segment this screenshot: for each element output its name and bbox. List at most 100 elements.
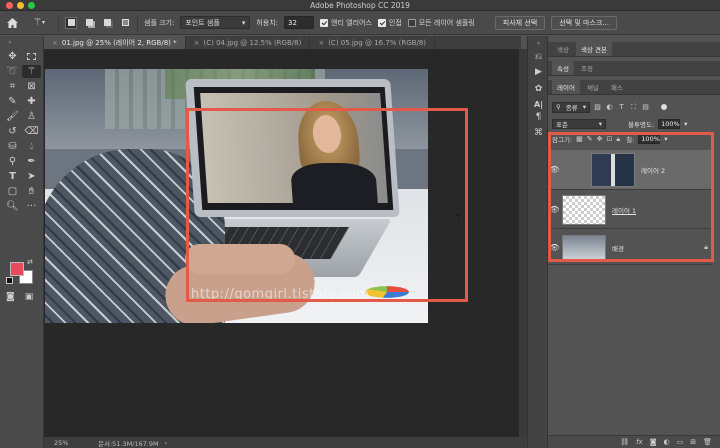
filter-type-icon[interactable]: T	[617, 103, 626, 112]
screen-mode-icon[interactable]: ▣	[25, 292, 34, 302]
tab-color[interactable]: 색상	[552, 42, 574, 56]
close-tab-icon[interactable]: ×	[318, 39, 324, 47]
clone-stamp-tool[interactable]: ♙	[22, 110, 41, 123]
tab-04-jpg[interactable]: × (C) 04.jpg @ 12.5% (RGB/8)	[186, 36, 311, 49]
layer-style-icon[interactable]: fx	[636, 438, 643, 446]
subtract-selection-button[interactable]	[101, 17, 113, 29]
path-selection-tool[interactable]: ➤	[22, 170, 41, 183]
rectangle-tool[interactable]: ▢	[3, 185, 22, 198]
blend-mode-select[interactable]: 표준 ▾	[552, 119, 606, 129]
lasso-icon: ➰	[6, 65, 19, 77]
vertical-scrollbar[interactable]	[519, 49, 527, 437]
new-layer-icon[interactable]: ⊞	[690, 438, 696, 446]
eraser-tool[interactable]: ⌫	[22, 125, 41, 138]
tool-preset-picker[interactable]: ⚚ ▾	[26, 15, 52, 31]
history-brush-tool[interactable]: ↺	[3, 125, 22, 138]
filter-adjustment-icon[interactable]: ◐	[605, 103, 614, 112]
filter-smart-object-icon[interactable]: ▤	[641, 103, 650, 112]
blur-tool[interactable]: 💧︎	[22, 140, 41, 153]
intersect-selection-button[interactable]	[119, 17, 131, 29]
magic-wand-tool[interactable]: ⚚	[22, 65, 41, 78]
antialias-label: 앤티 앨리어스	[331, 18, 372, 27]
character-icon[interactable]: A|	[528, 91, 549, 109]
contiguous-checkbox[interactable]: 인접	[377, 18, 402, 28]
layer-filter-value: 종류	[565, 104, 578, 112]
paragraph-icon[interactable]: ¶	[528, 112, 549, 122]
eyedropper-icon: ✎	[8, 95, 17, 107]
move-tool[interactable]: ✥	[3, 50, 22, 63]
properties-panel-tabs: 속성 조정	[548, 61, 720, 76]
ellipsis-icon: ···	[26, 200, 37, 212]
tab-05-jpg[interactable]: × (C) 05.jpg @ 16.7% (RGB/8)	[310, 36, 436, 49]
tab-adjustments[interactable]: 조정	[576, 61, 598, 75]
filter-shape-icon[interactable]: ⛶	[629, 103, 638, 112]
paint-bucket-tool[interactable]: ⛁	[3, 140, 22, 153]
new-group-icon[interactable]: ▭	[677, 438, 684, 446]
type-tool[interactable]: T	[3, 170, 22, 183]
eyedropper-tool[interactable]: ✎	[3, 95, 22, 108]
play-actions-icon[interactable]: ▶	[528, 67, 549, 77]
healing-brush-tool[interactable]: ✚	[22, 95, 41, 108]
sample-size-select[interactable]: 포인트 샘플 ▾	[180, 16, 251, 29]
chevron-right-icon[interactable]: ›	[165, 439, 168, 447]
chevron-down-icon: ▾	[41, 19, 45, 26]
panel-icon-strip: « ⎌ ▶ ✿ A| ¶ ⌘	[527, 36, 548, 448]
close-tab-icon[interactable]: ×	[52, 39, 58, 47]
tab-channels[interactable]: 채널	[582, 80, 604, 94]
swap-colors-icon[interactable]: ⇄	[27, 258, 33, 266]
intersect-selection-icon	[121, 19, 129, 26]
lasso-tool[interactable]: ➰	[3, 65, 22, 78]
select-and-mask-button[interactable]: 선택 및 마스크...	[551, 15, 617, 30]
tab-label: 01.jpg @ 25% (레이어 2, RGB/8) *	[61, 38, 177, 47]
history-icon[interactable]: ⎌	[528, 52, 549, 62]
new-selection-button[interactable]	[65, 16, 77, 29]
pen-tool[interactable]: ✒	[22, 155, 41, 168]
trash-icon[interactable]: 🗑︎	[703, 438, 712, 446]
crop-tool[interactable]: ⌗	[3, 80, 22, 93]
collapse-toolbar-icon[interactable]: »	[8, 39, 12, 46]
zoom-level[interactable]: 25%	[44, 439, 84, 447]
chevron-down-icon[interactable]: ▾	[684, 120, 687, 128]
more-tools[interactable]: ···	[22, 200, 41, 213]
default-colors-icon[interactable]	[6, 277, 13, 284]
filter-pixel-icon[interactable]: ▨	[593, 103, 602, 112]
dodge-tool[interactable]: ⚲	[3, 155, 22, 168]
quick-mask-icon[interactable]: ◙	[6, 292, 15, 302]
home-button[interactable]	[4, 15, 20, 31]
layers-bottom-bar: ⛓ fx ◙ ◐ ▭ ⊞ 🗑︎	[548, 435, 720, 448]
zoom-icon: 🔍︎	[6, 200, 19, 212]
options-bar: ⚚ ▾ 샘플 크기: 포인트 샘플 ▾ 허용치: 32 앤티 앨리어스 인접 모든…	[0, 11, 720, 35]
chevron-down-icon: ▾	[582, 103, 586, 111]
sample-size-label: 샘플 크기:	[144, 18, 175, 27]
filter-toggle-icon[interactable]	[661, 104, 667, 110]
glyphs-icon[interactable]: ⌘	[528, 128, 549, 138]
layers-panel-tabs: 레이어 채널 패스	[548, 80, 720, 95]
close-tab-icon[interactable]: ×	[194, 39, 200, 47]
tab-properties[interactable]: 속성	[552, 61, 574, 75]
adjustment-layer-icon[interactable]: ◐	[664, 438, 670, 446]
document-size[interactable]: 문서:51.3M/167.9M	[84, 438, 159, 448]
opacity-label: 불투명도:	[628, 121, 655, 129]
tab-01-jpg[interactable]: × 01.jpg @ 25% (레이어 2, RGB/8) *	[44, 36, 186, 49]
collapse-panels-icon[interactable]: «	[528, 40, 549, 47]
foreground-color-swatch[interactable]	[10, 262, 24, 276]
brush-tool[interactable]: 🖌︎	[3, 110, 22, 123]
sample-all-layers-checkbox[interactable]: 모든 레이어 샘플링	[407, 18, 475, 28]
tab-paths[interactable]: 패스	[606, 80, 628, 94]
antialias-checkbox[interactable]: 앤티 앨리어스	[320, 18, 372, 28]
layer-filter-select[interactable]: ⚲ 종류 ▾	[552, 101, 590, 113]
magic-wand-icon: ⚚	[27, 65, 36, 77]
tab-layers[interactable]: 레이어	[552, 80, 580, 94]
tolerance-input[interactable]: 32	[284, 16, 315, 29]
opacity-input[interactable]: 100%	[658, 119, 681, 129]
eraser-icon: ⌫	[24, 125, 39, 137]
add-mask-icon[interactable]: ◙	[650, 438, 657, 446]
zoom-tool[interactable]: 🔍︎	[3, 200, 22, 213]
select-subject-button[interactable]: 피사체 선택	[494, 15, 546, 30]
tab-swatches[interactable]: 색상 견본	[575, 42, 612, 56]
frame-tool[interactable]: ⊠	[22, 80, 41, 93]
link-layers-icon[interactable]: ⛓	[620, 438, 629, 446]
add-selection-button[interactable]	[83, 17, 95, 29]
hand-tool[interactable]: ✋︎	[22, 185, 41, 198]
marquee-tool[interactable]	[22, 50, 41, 63]
